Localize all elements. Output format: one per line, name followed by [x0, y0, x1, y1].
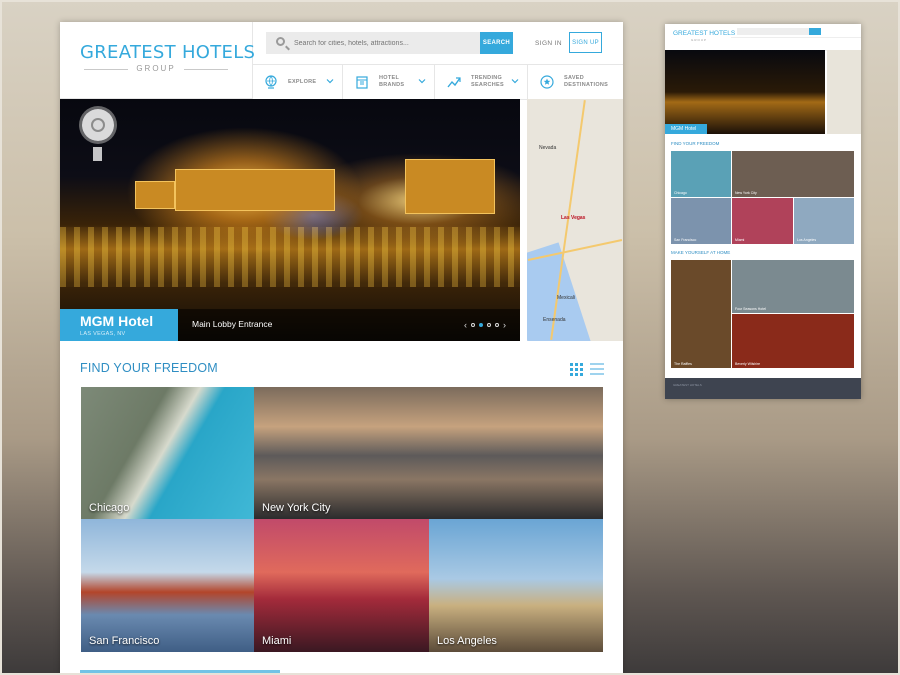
- mini-city-label: New York City: [735, 191, 757, 195]
- mini-section-title: FIND YOUR FREEDOM: [671, 141, 720, 146]
- trending-icon: [447, 77, 461, 88]
- search-icon: [276, 37, 285, 46]
- globe-icon: [265, 75, 277, 89]
- city-label: Chicago: [89, 502, 130, 514]
- search-bar: [266, 32, 480, 54]
- mini-logo-sub: GROUP: [691, 38, 708, 42]
- chevron-down-icon: [326, 79, 334, 84]
- city-tile-san-francisco[interactable]: San Francisco: [81, 519, 254, 652]
- nav-item-saved-destinations[interactable]: SAVED DESTINATIONS: [528, 65, 623, 99]
- next-arrow-icon[interactable]: ›: [503, 321, 506, 330]
- zoom-control[interactable]: [93, 147, 102, 161]
- city-label: Los Angeles: [437, 635, 497, 647]
- mini-hotel-tile: The Raffles: [671, 260, 731, 368]
- mini-hotel-label: Four Seasons Hotel: [735, 307, 766, 311]
- mini-city-label: Los Angeles: [797, 238, 817, 242]
- mini-hero-image: [665, 50, 825, 134]
- mini-city-tile: Miami: [732, 198, 793, 244]
- mini-city-tile: San Francisco: [671, 198, 731, 244]
- mini-map: [827, 50, 861, 134]
- main-page: GREATEST HOTELS GROUP SEARCH SIGN IN SIG…: [60, 22, 623, 675]
- mini-footer-brand: GREATEST HOTELS: [673, 383, 702, 387]
- chevron-down-icon: [511, 79, 519, 84]
- sign-up-button[interactable]: SIGN UP: [569, 32, 602, 53]
- location-map[interactable]: Nevada Las Vegas Mexicali Ensenada: [527, 99, 623, 341]
- mini-hotel-label: Beverly Wilshire: [735, 362, 761, 366]
- nav-item-trending-searches[interactable]: TRENDING SEARCHES: [435, 65, 528, 99]
- list-view-icon[interactable]: [590, 362, 604, 376]
- grid-view-icon[interactable]: [570, 363, 583, 376]
- mini-city-tile: Los Angeles: [794, 198, 854, 244]
- city-tile-los-angeles[interactable]: Los Angeles: [429, 519, 603, 652]
- building-icon: [356, 76, 368, 89]
- mini-search-bar: [737, 28, 809, 35]
- section-title-freedom: FIND YOUR FREEDOM: [80, 361, 218, 375]
- logo-title: GREATEST HOTELS: [80, 42, 256, 63]
- slide-dot[interactable]: [487, 323, 491, 327]
- slide-dot[interactable]: [471, 323, 475, 327]
- mini-hotel-tile: Four Seasons Hotel: [732, 260, 854, 313]
- hero-location: LAS VEGAS, NV: [80, 331, 126, 337]
- mini-section-title: MAKE YOURSELF AT HOME: [671, 250, 731, 255]
- hero-title: MGM Hotel: [80, 313, 154, 329]
- city-label: Miami: [262, 635, 292, 647]
- hero-caption-bar: Main Lobby Entrance ‹ ›: [178, 309, 520, 341]
- mini-city-label: Chicago: [674, 191, 687, 195]
- mini-city-label: San Francisco: [674, 238, 697, 242]
- hotel-building: [175, 169, 335, 211]
- sign-in-link[interactable]: SIGN IN: [535, 40, 562, 47]
- slide-pagination: ‹ ›: [464, 321, 506, 330]
- hero-image[interactable]: MGM Hotel LAS VEGAS, NV Main Lobby Entra…: [60, 99, 520, 341]
- city-label: New York City: [262, 502, 331, 514]
- mini-hotel-tile: Beverly Wilshire: [732, 314, 854, 368]
- nav-item-explore[interactable]: EXPLORE: [252, 65, 343, 99]
- city-tile-miami[interactable]: Miami: [254, 519, 429, 652]
- nav-label-hotel-brands: HOTEL BRANDS: [379, 75, 405, 88]
- search-button[interactable]: SEARCH: [480, 32, 513, 54]
- map-label: Nevada: [539, 145, 557, 151]
- mini-city-tile: Chicago: [671, 151, 731, 197]
- nav-label-saved-destinations: SAVED DESTINATIONS: [564, 75, 609, 88]
- pan-control-icon[interactable]: [82, 109, 114, 141]
- slide-dot[interactable]: [495, 323, 499, 327]
- hero-reflection: [60, 227, 520, 287]
- mini-city-tile: New York City: [732, 151, 854, 197]
- city-tile-new-york[interactable]: New York City: [254, 387, 603, 519]
- nav-label-trending-searches: TRENDING SEARCHES: [471, 75, 504, 88]
- mini-logo: GREATEST HOTELS: [673, 30, 736, 37]
- mini-city-label: Miami: [735, 238, 745, 242]
- hotel-building: [405, 159, 495, 214]
- mini-hero-title: MGM Hotel: [665, 124, 707, 134]
- mini-footer: GREATEST HOTELS: [665, 378, 861, 399]
- city-tile-chicago[interactable]: Chicago: [81, 387, 254, 519]
- search-input[interactable]: [294, 32, 474, 54]
- logo-divider-right: [184, 69, 228, 70]
- chevron-down-icon: [418, 79, 426, 84]
- hero-title-box: MGM Hotel LAS VEGAS, NV: [60, 309, 178, 341]
- hotel-building: [135, 181, 175, 209]
- logo[interactable]: GREATEST HOTELS GROUP: [60, 22, 256, 99]
- city-grid: Chicago New York City San Francisco Miam…: [81, 387, 603, 652]
- slide-dot-active[interactable]: [479, 323, 483, 327]
- nav-label-explore: EXPLORE: [288, 79, 317, 85]
- nav-item-hotel-brands[interactable]: HOTEL BRANDS: [343, 65, 435, 99]
- city-label: San Francisco: [89, 635, 160, 647]
- hero-caption: Main Lobby Entrance: [192, 319, 273, 329]
- mini-hotel-label: The Raffles: [674, 362, 692, 366]
- mini-nav: [731, 37, 861, 51]
- map-label: Mexicali: [557, 295, 576, 301]
- star-icon: [540, 75, 554, 89]
- main-nav: EXPLORE HOTEL BRANDS TRENDING SEARCHES S…: [252, 64, 623, 100]
- prev-arrow-icon[interactable]: ‹: [464, 321, 467, 330]
- mini-search-button: [809, 28, 821, 35]
- mini-preview: GREATEST HOTELS GROUP MGM Hotel FIND YOU…: [665, 24, 861, 399]
- map-label: Ensenada: [543, 317, 566, 323]
- next-section-title: [80, 670, 280, 674]
- map-label: Las Vegas: [561, 215, 586, 221]
